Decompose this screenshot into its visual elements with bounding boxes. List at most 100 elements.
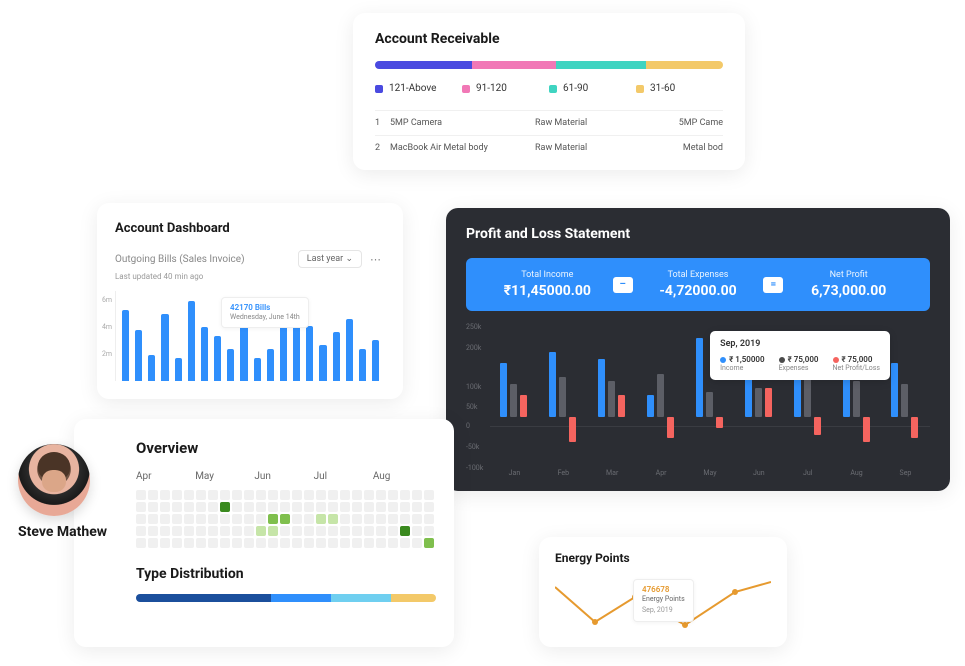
user-name: Steve Mathew (18, 524, 107, 540)
heatmap-cell (316, 526, 326, 536)
chart-tooltip: 42170 Bills Wednesday, June 14th (221, 297, 309, 328)
bar-group: Sep (885, 327, 925, 463)
bar (214, 336, 221, 381)
user-profile[interactable]: Steve Mathew (18, 444, 107, 540)
heatmap-cell (292, 490, 302, 500)
pl-summary-strip: Total Income₹11,45000.00 – Total Expense… (466, 258, 930, 311)
heatmap-cell (256, 526, 266, 536)
heatmap-cell (148, 514, 158, 524)
time-select[interactable]: Last year ⌄ (298, 250, 362, 268)
heatmap-cell (400, 490, 410, 500)
heatmap-cell (136, 490, 146, 500)
heatmap-cell (424, 514, 434, 524)
heatmap-cell (256, 538, 266, 548)
heatmap-cell (292, 526, 302, 536)
ar-legend-91: 91-120 (462, 83, 549, 94)
heatmap-cell (364, 490, 374, 500)
heatmap-cell (304, 490, 314, 500)
table-row[interactable]: 2 MacBook Air Metal body Raw Material Me… (375, 135, 723, 160)
heatmap-cell (388, 502, 398, 512)
heatmap-cell (376, 514, 386, 524)
equals-icon: = (763, 277, 783, 293)
heatmap-cell (376, 502, 386, 512)
heatmap-cell (328, 538, 338, 548)
heatmap-cell (412, 526, 422, 536)
type-dist-title: Type Distribution (136, 566, 432, 582)
account-receivable-card: Account Receivable 121-Above 91-120 61-9… (353, 13, 745, 170)
bar (201, 327, 208, 381)
heatmap-cell (196, 490, 206, 500)
pl-chart: 250k200k100k50k0-50k-100k Jan Feb Mar Ap… (466, 327, 930, 477)
heatmap-cell (424, 502, 434, 512)
heatmap-cell (292, 514, 302, 524)
heatmap-cell (148, 526, 158, 536)
heatmap-cell (388, 526, 398, 536)
heatmap-cell (352, 526, 362, 536)
heatmap-cell (340, 502, 350, 512)
heatmap-cell (268, 514, 278, 524)
heatmap-cell (340, 526, 350, 536)
heatmap-cell (304, 514, 314, 524)
more-icon[interactable]: ⋯ (366, 253, 385, 266)
heatmap-cell (292, 538, 302, 548)
pl-tooltip: Sep, 2019 ₹ 1,50000Income ₹ 75,000Expens… (710, 331, 890, 380)
heatmap-cell (268, 502, 278, 512)
heatmap-cell (376, 538, 386, 548)
heatmap-cell (412, 538, 422, 548)
heatmap-cell (196, 538, 206, 548)
heatmap-cell (256, 502, 266, 512)
heatmap-cell (136, 514, 146, 524)
heatmap-cell (232, 526, 242, 536)
heatmap-cell (280, 514, 290, 524)
heatmap-cell (160, 490, 170, 500)
heatmap-cell (424, 538, 434, 548)
bar (188, 301, 195, 381)
heatmap-cell (220, 514, 230, 524)
heatmap-cell (220, 538, 230, 548)
heatmap-cell (280, 490, 290, 500)
account-dashboard-card: Account Dashboard Outgoing Bills (Sales … (97, 203, 403, 399)
heatmap-cell (148, 538, 158, 548)
heatmap-cell (244, 502, 254, 512)
heatmap-cell (184, 538, 194, 548)
outgoing-bills-chart: 6m4m2m 42170 Bills Wednesday, June 14th (115, 291, 385, 381)
heatmap-cell (316, 490, 326, 500)
heatmap-cell (244, 514, 254, 524)
ar-title: Account Receivable (375, 31, 723, 47)
heatmap-cell (172, 490, 182, 500)
heatmap-cell (400, 514, 410, 524)
heatmap-cell (172, 538, 182, 548)
heatmap-cell (340, 490, 350, 500)
heatmap-cell (196, 526, 206, 536)
table-row[interactable]: 1 5MP Camera Raw Material 5MP Came (375, 110, 723, 135)
ov-months: Apr May Jun Jul Aug (136, 471, 432, 482)
heatmap-cell (280, 538, 290, 548)
heatmap-cell (364, 538, 374, 548)
heatmap-cell (316, 502, 326, 512)
heatmap-cell (340, 514, 350, 524)
heatmap-cell (172, 526, 182, 536)
bar (148, 355, 155, 381)
heatmap-cell (208, 538, 218, 548)
ar-seg-61 (556, 61, 646, 69)
heatmap-cell (232, 538, 242, 548)
bar (175, 358, 182, 381)
heatmap-cell (184, 502, 194, 512)
heatmap-cell (172, 502, 182, 512)
heatmap-cell (148, 502, 158, 512)
profit-loss-card: Profit and Loss Statement Total Income₹1… (446, 208, 950, 491)
heatmap-cell (136, 502, 146, 512)
heatmap-cell (268, 490, 278, 500)
heatmap-cell (352, 490, 362, 500)
ep-tooltip: 476678 Energy Points Sep, 2019 (633, 579, 694, 622)
overview-card: Overview Apr May Jun Jul Aug Type Distri… (74, 419, 454, 647)
heatmap-cell (280, 526, 290, 536)
ar-legend-61: 61-90 (549, 83, 636, 94)
bar (254, 358, 261, 381)
heatmap-cell (412, 490, 422, 500)
ar-progress-bar (375, 61, 723, 69)
heatmap-cell (160, 526, 170, 536)
heatmap-cell (364, 502, 374, 512)
heatmap-cell (172, 514, 182, 524)
heatmap-cell (268, 538, 278, 548)
